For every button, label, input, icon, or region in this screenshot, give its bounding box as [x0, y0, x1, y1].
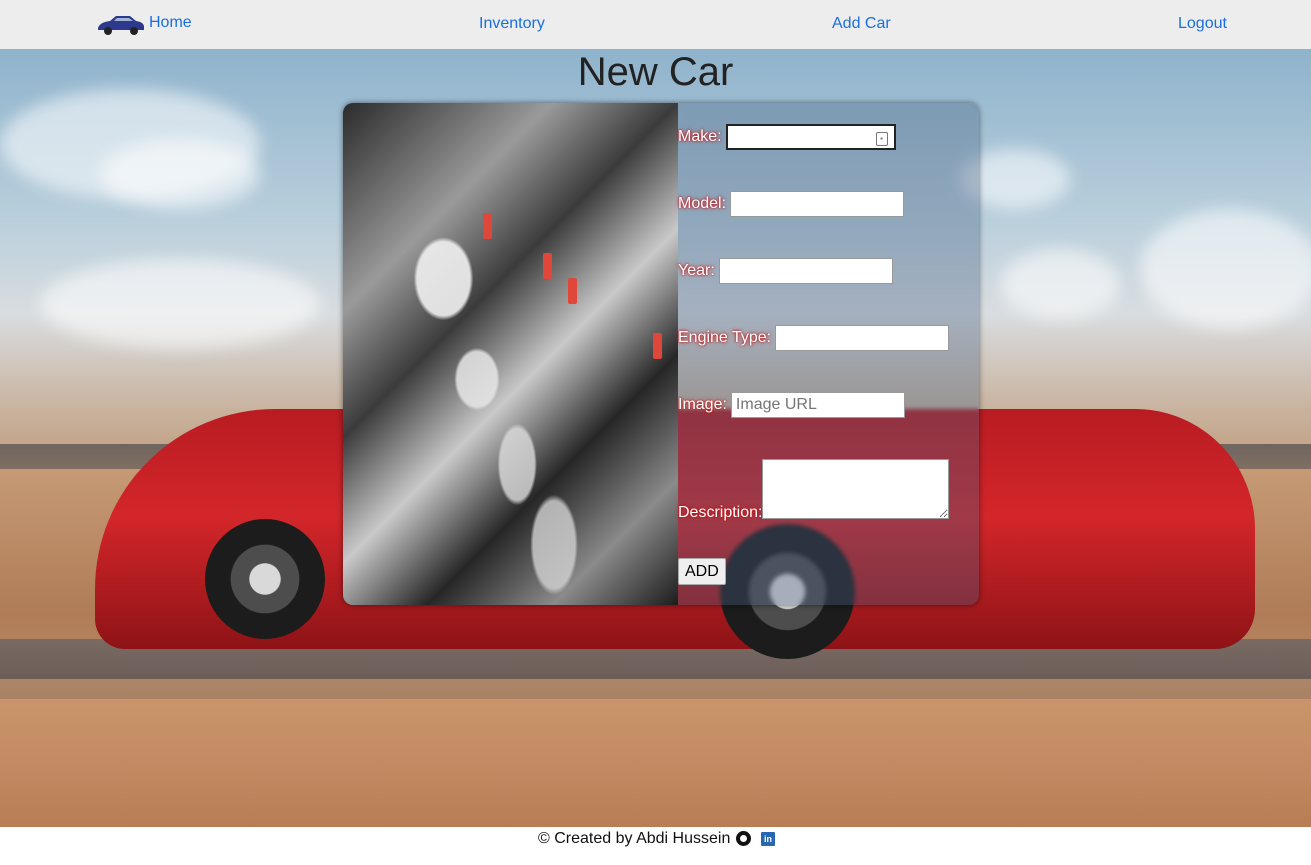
description-row: Description: [678, 459, 950, 521]
navbar: Home Inventory Add Car Logout [0, 0, 1311, 49]
footer: © Created by Abdi Hussein in [0, 827, 1311, 865]
page-title: New Car [577, 50, 734, 94]
form-panel [678, 103, 979, 605]
image-label: Image: [678, 396, 727, 413]
linkedin-icon[interactable]: in [761, 832, 775, 846]
car-logo-icon[interactable] [96, 10, 146, 37]
model-row: Model: [678, 191, 905, 217]
autofill-contact-icon[interactable]: ▪ [875, 132, 888, 146]
make-label: Make: [678, 128, 722, 145]
description-label: Description: [678, 504, 763, 521]
year-input[interactable] [718, 258, 893, 284]
footer-credit: © Created by Abdi Hussein [538, 830, 731, 847]
nav-home-link[interactable]: Home [149, 14, 192, 32]
engine-image [343, 103, 678, 605]
image-url-input[interactable] [730, 392, 905, 418]
nav-logout-link[interactable]: Logout [1178, 15, 1227, 33]
description-textarea[interactable] [762, 459, 950, 519]
image-row: Image: [678, 392, 905, 418]
model-label: Model: [678, 195, 727, 212]
github-icon[interactable] [736, 831, 751, 846]
new-car-card: Make: ▪ Model: Year: Engine Type: Image:… [343, 103, 979, 605]
make-row: Make: ▪ [678, 124, 896, 150]
nav-add-car-link[interactable]: Add Car [832, 15, 891, 33]
year-label: Year: [678, 262, 715, 279]
make-input[interactable]: ▪ [725, 124, 896, 150]
add-button[interactable]: ADD [678, 558, 726, 585]
model-input[interactable] [730, 191, 905, 217]
year-row: Year: [678, 258, 893, 284]
engine-type-input[interactable] [775, 325, 950, 351]
nav-inventory-link[interactable]: Inventory [479, 15, 545, 33]
engine-type-row: Engine Type: [678, 325, 950, 351]
engine-type-label: Engine Type: [678, 329, 772, 346]
